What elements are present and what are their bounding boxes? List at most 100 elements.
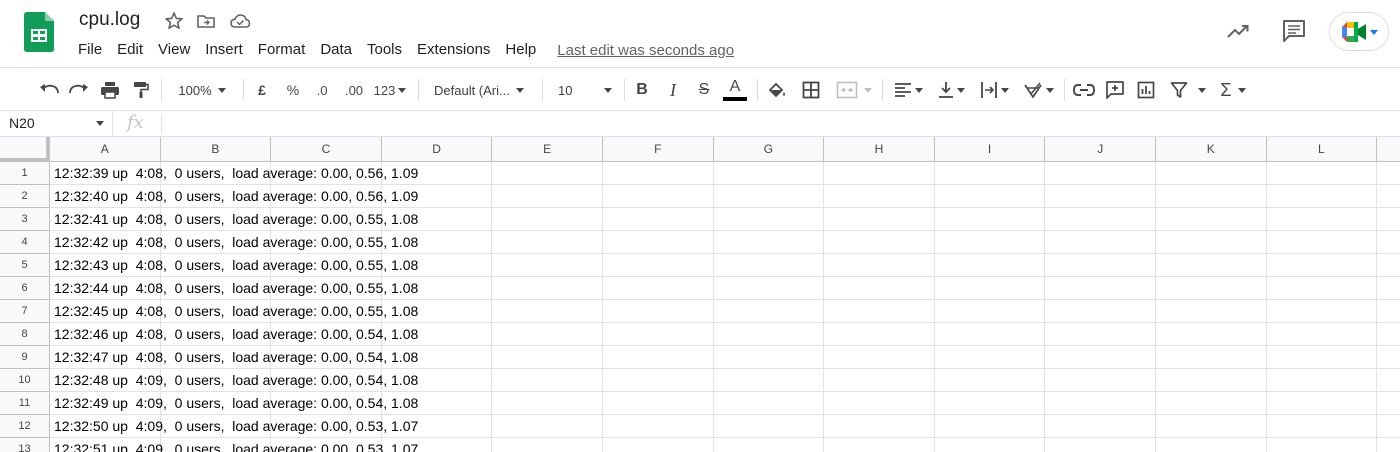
more-formats-button[interactable]: 123 (371, 79, 409, 101)
menu-extensions[interactable]: Extensions (417, 40, 490, 60)
cell[interactable] (1156, 208, 1267, 231)
cell[interactable] (824, 162, 935, 185)
cell[interactable] (1266, 208, 1378, 231)
cell[interactable] (1045, 300, 1156, 323)
cell[interactable] (713, 208, 825, 231)
cell[interactable] (1377, 369, 1400, 392)
cell[interactable] (1377, 162, 1400, 185)
cell[interactable] (1045, 254, 1156, 277)
cell[interactable] (713, 300, 825, 323)
row-header[interactable]: 4 (0, 231, 50, 254)
cell[interactable] (603, 300, 714, 323)
cell[interactable] (1045, 392, 1156, 415)
cell[interactable] (1156, 392, 1267, 415)
cell[interactable] (1156, 346, 1267, 369)
cell[interactable] (1266, 162, 1378, 185)
column-header[interactable]: B (160, 137, 272, 162)
cell[interactable] (713, 231, 825, 254)
cell[interactable] (713, 162, 825, 185)
currency-format-button[interactable]: £ (252, 79, 272, 101)
cell[interactable] (1156, 300, 1267, 323)
cell[interactable] (714, 438, 825, 452)
cell[interactable] (934, 323, 1046, 346)
menu-data[interactable]: Data (320, 40, 352, 60)
cell[interactable] (713, 323, 825, 346)
cell[interactable] (934, 231, 1046, 254)
cell[interactable] (713, 369, 825, 392)
row-header[interactable]: 5 (0, 254, 50, 277)
cell[interactable] (1377, 346, 1400, 369)
cell[interactable] (1045, 208, 1156, 231)
cell[interactable] (1377, 277, 1400, 300)
column-header[interactable]: L (1266, 137, 1378, 162)
cell[interactable] (934, 300, 1046, 323)
cell[interactable] (824, 369, 935, 392)
increase-decimal-button[interactable]: .00 (340, 79, 368, 101)
column-header[interactable]: J (1045, 137, 1156, 162)
insert-chart-icon[interactable] (1135, 79, 1157, 101)
row-header[interactable]: 12 (0, 415, 50, 438)
zoom-select[interactable]: 100% (170, 79, 234, 101)
cell[interactable] (934, 277, 1046, 300)
font-size-select[interactable]: 10 (550, 79, 616, 101)
menu-view[interactable]: View (158, 40, 190, 60)
cell[interactable] (603, 277, 714, 300)
horizontal-align-icon[interactable] (890, 79, 926, 101)
cell[interactable] (1045, 162, 1156, 185)
cell[interactable] (492, 438, 603, 452)
cell[interactable] (713, 392, 825, 415)
cell[interactable] (603, 346, 714, 369)
row-header[interactable]: 6 (0, 277, 50, 300)
cell[interactable] (492, 208, 603, 231)
row-header[interactable]: 11 (0, 392, 50, 415)
cell[interactable] (934, 346, 1046, 369)
comment-icon[interactable] (1281, 18, 1307, 49)
functions-icon[interactable]: Σ (1216, 79, 1250, 101)
cell[interactable] (934, 185, 1046, 208)
column-header[interactable]: K (1156, 137, 1267, 162)
cell[interactable] (824, 185, 935, 208)
cell[interactable] (603, 162, 714, 185)
cell[interactable] (492, 415, 603, 438)
cell[interactable] (1377, 415, 1400, 438)
cell[interactable] (1156, 277, 1267, 300)
cell[interactable] (603, 254, 714, 277)
cell[interactable] (1156, 415, 1267, 438)
insert-comment-icon[interactable] (1104, 79, 1126, 101)
menu-tools[interactable]: Tools (367, 40, 402, 60)
cell[interactable] (1377, 392, 1400, 415)
menu-help[interactable]: Help (505, 40, 536, 60)
cell[interactable] (492, 277, 603, 300)
cell[interactable] (934, 369, 1046, 392)
cell[interactable] (1377, 323, 1400, 346)
cell[interactable] (824, 254, 935, 277)
cell[interactable] (1377, 300, 1400, 323)
cell[interactable] (1156, 254, 1267, 277)
column-header[interactable] (1377, 137, 1400, 162)
cell[interactable] (603, 323, 714, 346)
redo-icon[interactable] (68, 79, 90, 101)
insert-link-icon[interactable] (1073, 79, 1095, 101)
name-box[interactable]: N20 (0, 111, 113, 136)
cell[interactable] (824, 231, 935, 254)
cell[interactable] (1377, 254, 1400, 277)
cell[interactable] (1156, 231, 1267, 254)
row-header[interactable]: 13 (0, 438, 50, 452)
column-header[interactable]: C (271, 137, 382, 162)
column-header[interactable]: F (603, 137, 714, 162)
cell[interactable] (824, 323, 935, 346)
cell[interactable] (1266, 231, 1378, 254)
cell[interactable] (1045, 346, 1156, 369)
borders-icon[interactable] (800, 79, 822, 101)
row-header[interactable]: 9 (0, 346, 50, 369)
cell[interactable] (1156, 369, 1267, 392)
cell[interactable] (492, 162, 603, 185)
cell[interactable] (713, 415, 825, 438)
cell[interactable] (824, 392, 935, 415)
column-header[interactable]: H (824, 137, 935, 162)
cell[interactable] (1377, 208, 1400, 231)
cell[interactable] (713, 346, 825, 369)
cell[interactable] (1045, 369, 1156, 392)
last-edit-link[interactable]: Last edit was seconds ago (557, 42, 734, 59)
cell[interactable] (1377, 438, 1400, 452)
